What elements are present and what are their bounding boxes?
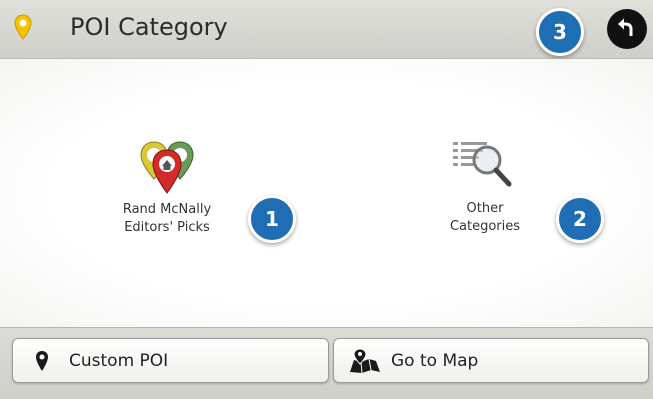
- editors-picks-tile[interactable]: Rand McNally Editors' Picks: [92, 137, 242, 247]
- category-area: Rand McNally Editors' Picks 1 Other Cate…: [0, 59, 653, 327]
- editors-picks-label-2: Editors' Picks: [124, 220, 210, 235]
- go-to-map-label: Go to Map: [391, 351, 479, 371]
- location-pin-icon: [36, 351, 48, 371]
- back-button[interactable]: [607, 9, 647, 49]
- list-magnifier-icon: [453, 142, 512, 187]
- editors-picks-label-1: Rand McNally: [122, 202, 212, 217]
- map-pin-icon: [14, 14, 32, 44]
- page-title: POI Category: [70, 13, 228, 41]
- other-categories-label-2: Categories: [449, 219, 521, 234]
- editors-picks-pins-icon: [140, 141, 194, 194]
- map-icon: [350, 348, 380, 374]
- other-categories-label-1: Other: [466, 201, 504, 216]
- back-arrow-icon: [618, 18, 633, 36]
- other-categories-tile[interactable]: Other Categories: [425, 134, 545, 249]
- callout-2: 2: [556, 195, 604, 243]
- go-to-map-button[interactable]: Go to Map: [333, 338, 649, 383]
- callout-3: 3: [536, 8, 584, 56]
- bottom-bar: Custom POI Go to Map: [0, 327, 653, 399]
- callout-1: 1: [248, 195, 296, 243]
- custom-poi-button[interactable]: Custom POI: [12, 338, 329, 383]
- custom-poi-label: Custom POI: [69, 351, 169, 371]
